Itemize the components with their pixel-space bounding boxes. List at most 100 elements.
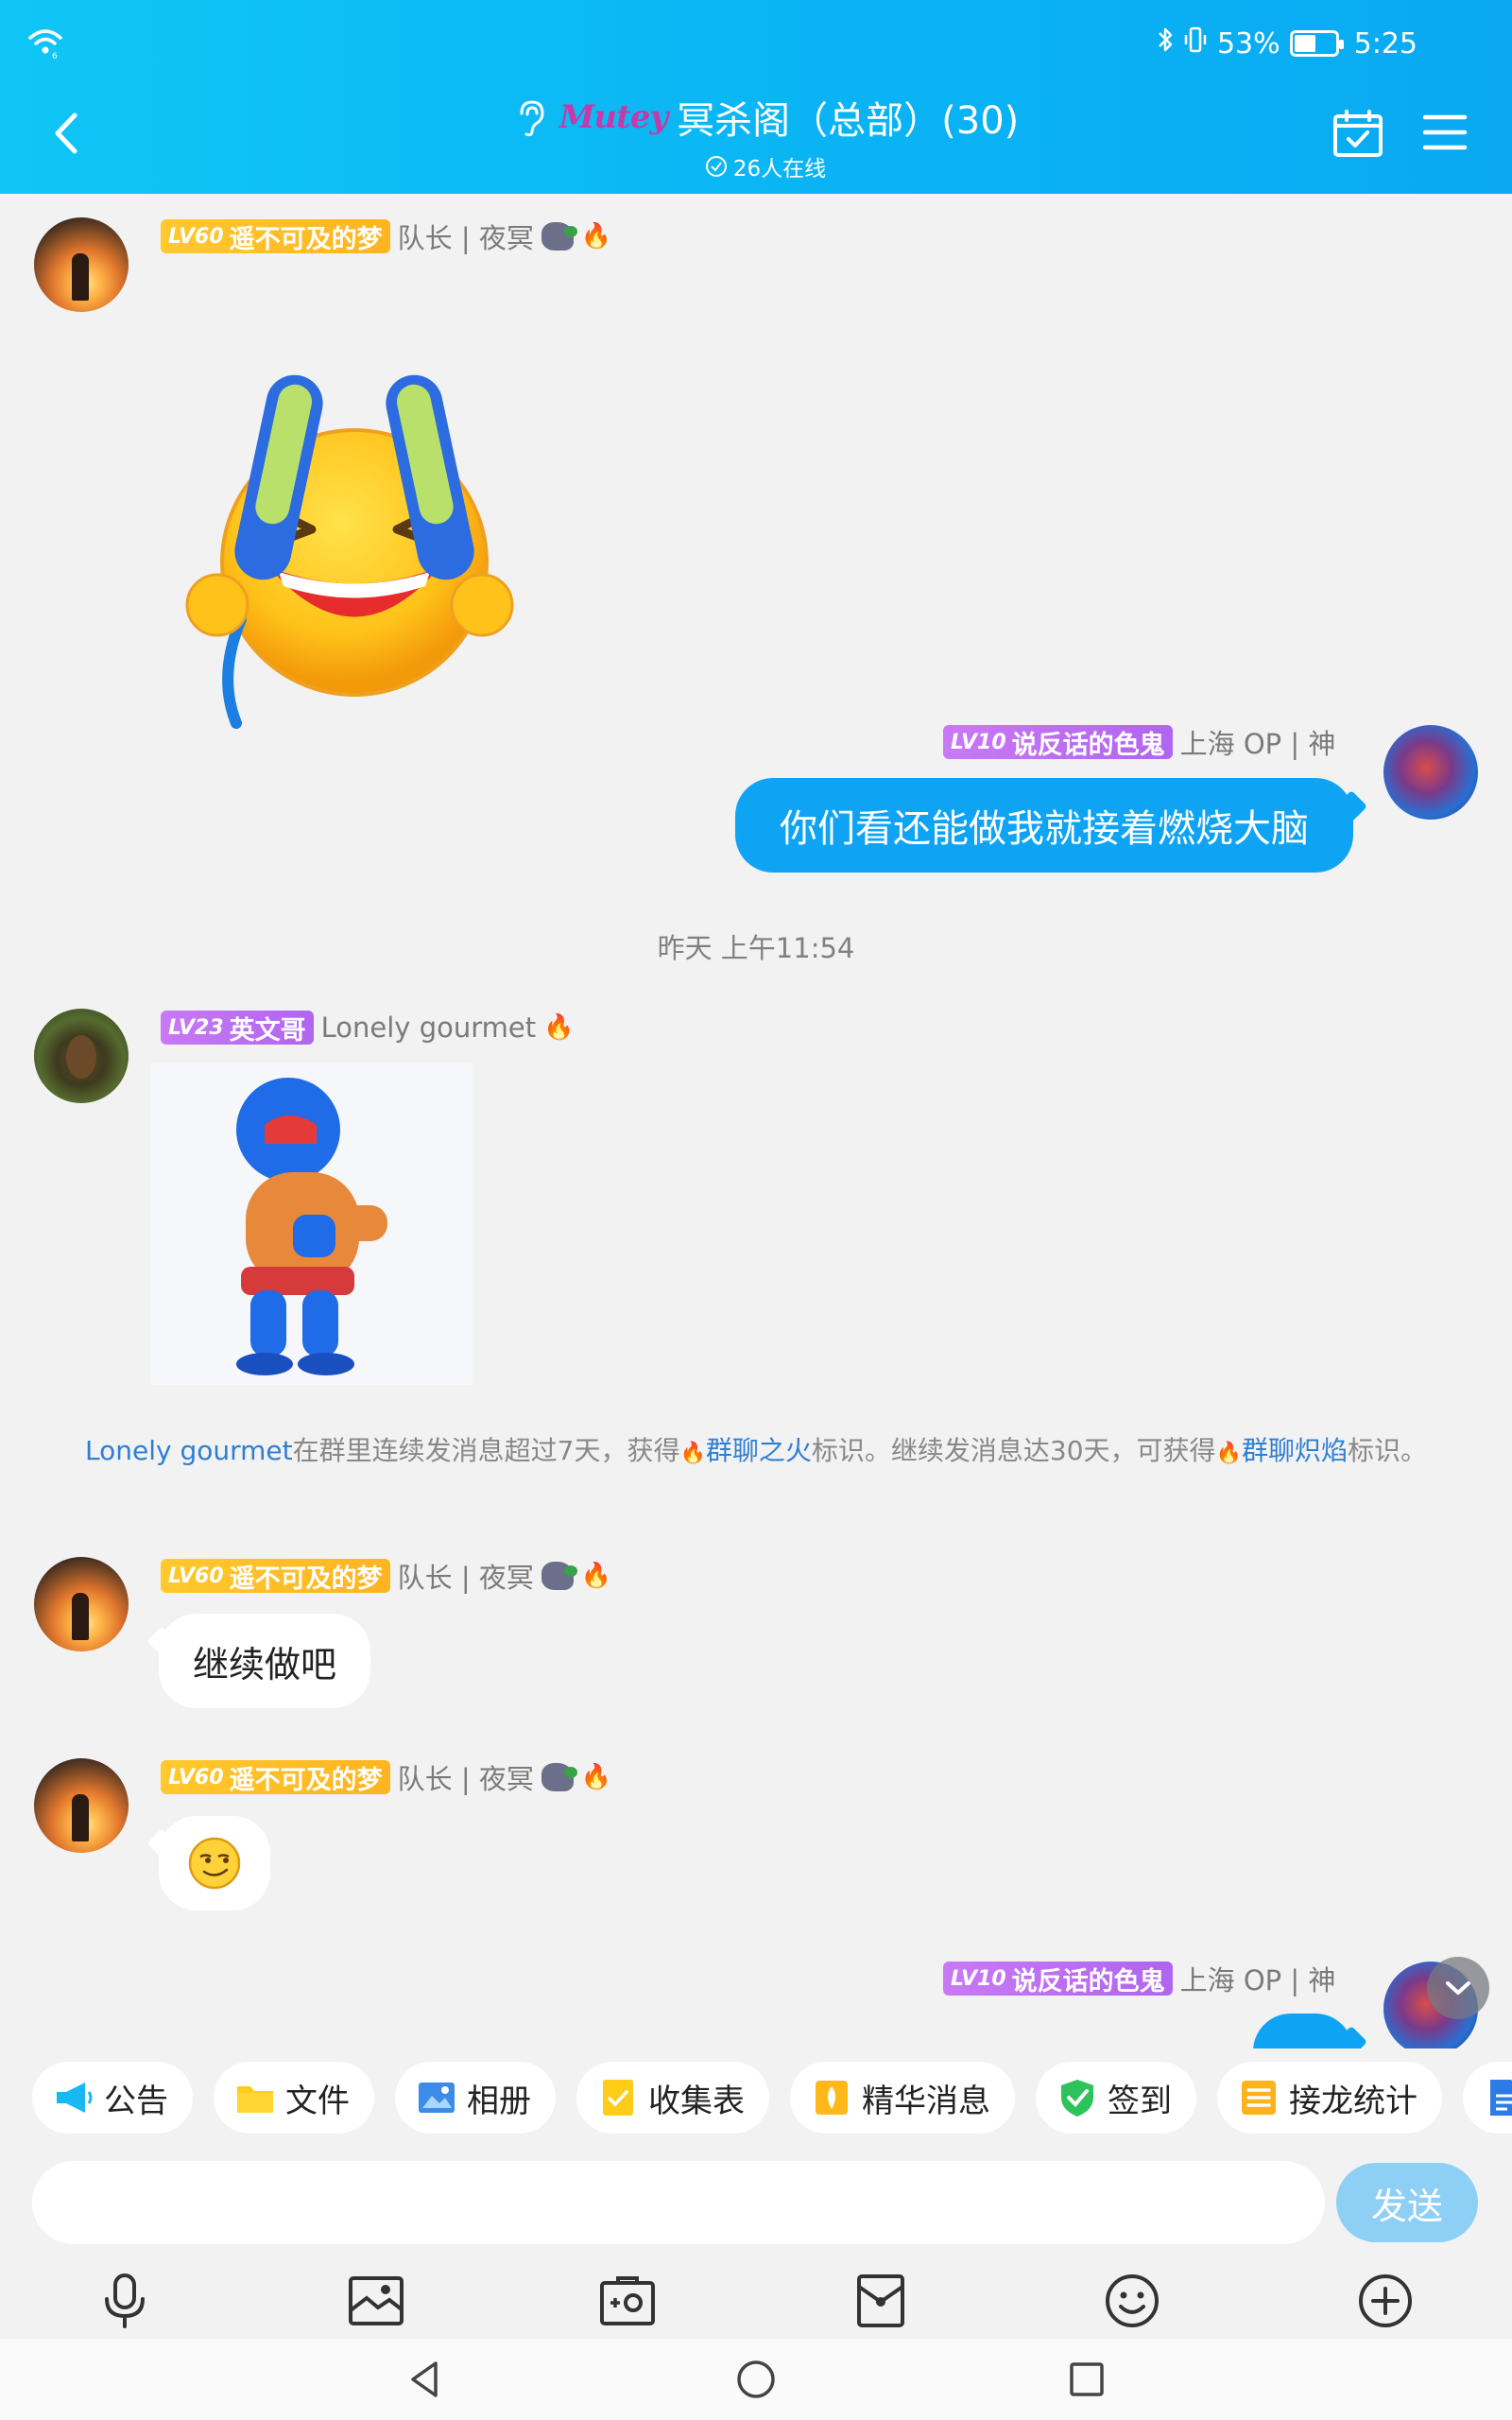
scroll-to-bottom-button[interactable]	[1427, 1957, 1489, 2019]
chip-announcement[interactable]: 公告	[32, 2062, 193, 2134]
sender-tag: 上海 OP | 神	[1179, 1964, 1336, 1996]
sender-tag: 队长 | 夜冥	[397, 1763, 534, 1795]
essence-icon	[816, 2081, 848, 2115]
calendar-check-icon	[1333, 110, 1383, 157]
message-bubble[interactable]: 继续做吧	[159, 1614, 370, 1708]
sender-tag: 上海 OP | 神	[1179, 728, 1336, 760]
badge-link[interactable]: 群聊之火	[706, 1435, 812, 1466]
level-badge: LV23 英文哥	[161, 1011, 314, 1046]
message-timestamp: 昨天 上午11:54	[657, 932, 855, 964]
microphone-icon	[105, 2273, 145, 2328]
beast-badge-icon	[541, 1763, 577, 1791]
chip-essence[interactable]: 精华消息	[790, 2062, 1015, 2134]
sender-tag: 队长 | 夜冥	[397, 1562, 534, 1594]
group-title: 冥杀阁（总部）(30)	[677, 99, 1020, 143]
folder-icon	[237, 2086, 273, 2113]
avatar[interactable]	[34, 1758, 129, 1853]
sender-tag: Lonely gourmet	[320, 1011, 537, 1044]
wifi-icon: 6	[28, 29, 62, 59]
chip-collection-form[interactable]: 收集表	[576, 2062, 769, 2134]
send-button[interactable]: 发送	[1336, 2163, 1478, 2242]
sender-meta: LV60 遥不可及的梦 队长 | 夜冥 🔥	[161, 1557, 611, 1595]
battery-icon	[1289, 30, 1344, 57]
beast-badge-icon	[541, 222, 577, 251]
message-bubble[interactable]	[1253, 2014, 1353, 2048]
more-button[interactable]	[1355, 2271, 1416, 2331]
fire-badge-icon: 🔥	[679, 1442, 706, 1465]
fire-badge-icon: 🔥	[580, 1562, 612, 1590]
megaphone-icon	[57, 2083, 93, 2113]
fire-badge-icon: 🔥	[580, 1763, 612, 1791]
bluetooth-icon	[1157, 26, 1174, 61]
checkin-icon	[1061, 2080, 1093, 2117]
chevron-left-icon	[55, 112, 77, 154]
online-check-icon	[705, 156, 727, 177]
plus-icon	[1359, 2274, 1412, 2327]
laughing-crying-emoji[interactable]	[184, 336, 524, 827]
image-button[interactable]	[346, 2271, 406, 2331]
avatar[interactable]	[34, 217, 129, 312]
online-count: 26人在线	[732, 157, 827, 182]
system-notice: Lonely gourmet在群里连续发消息超过7天，获得🔥群聊之火标识。继续发…	[85, 1435, 1427, 1466]
nav-recents-icon[interactable]	[1063, 2356, 1110, 2403]
chip-files[interactable]: 文件	[214, 2062, 374, 2134]
group-logo: Mutey	[558, 98, 668, 136]
document-icon	[1490, 2080, 1512, 2116]
level-badge: LV60 遥不可及的梦	[161, 1760, 390, 1795]
chip-album[interactable]: 相册	[395, 2062, 556, 2134]
back-button[interactable]	[38, 102, 94, 164]
luchador-character-sticker[interactable]	[151, 1063, 472, 1385]
sender-meta: LV60 遥不可及的梦 队长 | 夜冥 🔥	[161, 1758, 611, 1796]
vibrate-icon	[1183, 26, 1208, 61]
image-icon	[349, 2276, 404, 2325]
status-bar: 6 53% 5:25	[0, 0, 1512, 85]
beast-badge-icon	[541, 1562, 577, 1590]
emoji-button[interactable]	[1102, 2271, 1162, 2331]
avatar[interactable]	[34, 1009, 129, 1103]
red-packet-button[interactable]	[850, 2271, 911, 2331]
svg-text:6: 6	[52, 52, 58, 59]
battery-percent: 53%	[1216, 26, 1280, 60]
message-bubble[interactable]: 你们看还能做我就接着燃烧大脑	[735, 778, 1353, 873]
nav-back-icon[interactable]	[402, 2356, 449, 2403]
nav-home-icon[interactable]	[732, 2356, 780, 2403]
voice-button[interactable]	[94, 2271, 155, 2331]
chat-header: 6 53% 5:25 Mutey 冥杀阁（总部）(30) 26人在线	[0, 0, 1512, 194]
level-badge: LV10 说反话的色鬼	[943, 725, 1173, 760]
message-list[interactable]: LV60 遥不可及的梦 队长 | 夜冥 🔥 LV10 说反话的色鬼 上海 OP | …	[0, 194, 1512, 2048]
level-badge: LV60 遥不可及的梦	[161, 219, 390, 254]
form-icon	[603, 2080, 633, 2116]
chip-document[interactable]: 作	[1463, 2062, 1512, 2134]
camera-button[interactable]	[597, 2271, 658, 2331]
sender-meta: LV10 说反话的色鬼 上海 OP | 神	[943, 1960, 1335, 1997]
ear-icon	[520, 100, 544, 137]
avatar[interactable]	[34, 1557, 129, 1651]
level-badge: LV10 说反话的色鬼	[943, 1962, 1173, 1996]
group-tools-bar[interactable]: 公告 文件 相册 收集表 精华消息 签到 接龙统计 作	[0, 2048, 1512, 2147]
level-badge: LV60 遥不可及的梦	[161, 1559, 390, 1594]
badge-link[interactable]: 群聊炽焰	[1242, 1435, 1348, 1466]
camera-icon	[600, 2276, 655, 2325]
message-input[interactable]	[32, 2161, 1325, 2244]
calendar-button[interactable]	[1332, 109, 1383, 158]
emoji-icon	[1106, 2274, 1159, 2327]
avatar[interactable]	[1383, 725, 1478, 820]
red-packet-icon	[857, 2274, 904, 2327]
input-action-bar	[0, 2250, 1512, 2344]
system-navigation-bar	[0, 2339, 1512, 2420]
smirk-emoji	[188, 1837, 241, 1890]
user-link[interactable]: Lonely gourmet	[85, 1435, 293, 1466]
chip-chain-stats[interactable]: 接龙统计	[1217, 2062, 1442, 2134]
group-title-area[interactable]: Mutey 冥杀阁（总部）(30) 26人在线	[435, 90, 1096, 182]
fire-badge-icon: 🔥	[543, 1013, 575, 1042]
sender-tag: 队长 | 夜冥	[397, 222, 534, 254]
message-bubble[interactable]	[159, 1816, 270, 1910]
chain-list-icon	[1242, 2081, 1276, 2115]
clock: 5:25	[1353, 26, 1418, 60]
fire-badge-icon: 🔥	[580, 222, 612, 251]
status-indicators: 53% 5:25	[1157, 25, 1418, 62]
hamburger-menu-icon	[1422, 114, 1468, 150]
menu-button[interactable]	[1422, 112, 1468, 153]
sender-meta: LV10 说反话的色鬼 上海 OP | 神	[943, 723, 1335, 761]
chip-checkin[interactable]: 签到	[1036, 2062, 1196, 2134]
